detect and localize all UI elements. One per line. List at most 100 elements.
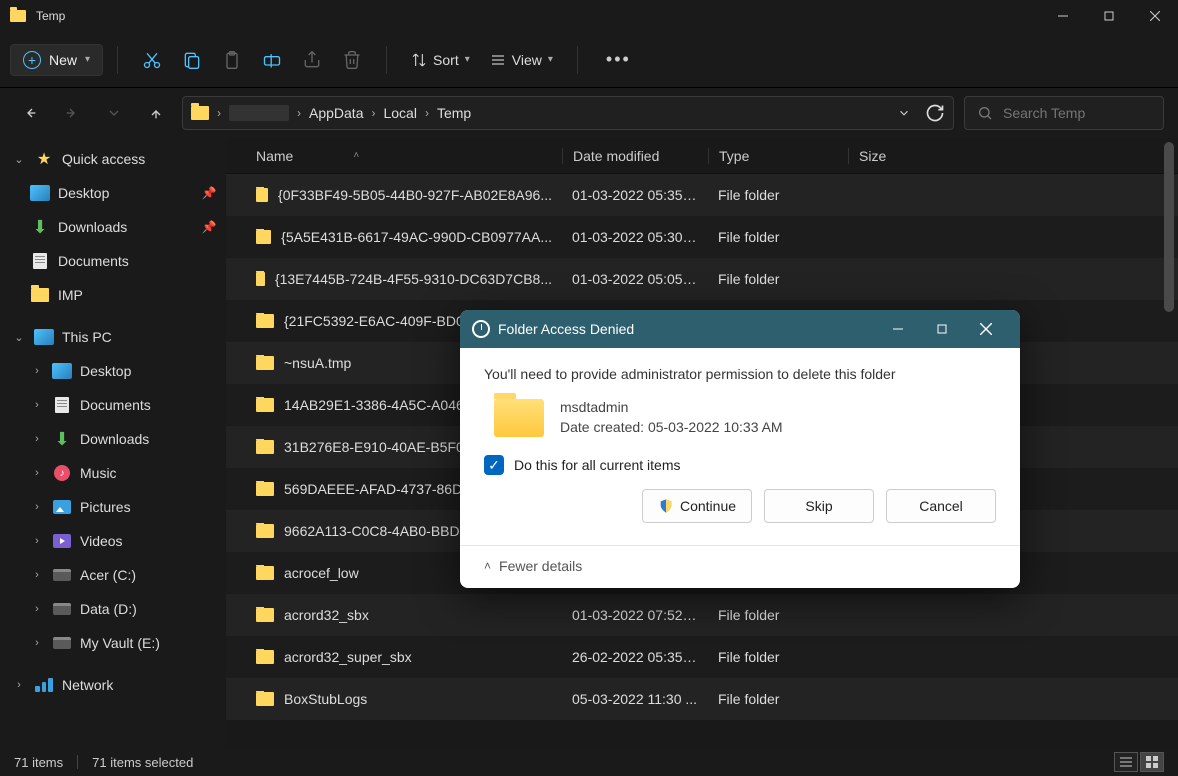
sidebar-drive-c[interactable]: ›Acer (C:) — [0, 558, 226, 592]
sort-button[interactable]: Sort ▾ — [401, 46, 480, 74]
table-row[interactable]: acrord32_super_sbx26-02-2022 05:35 ...Fi… — [226, 636, 1178, 678]
col-name[interactable]: Name — [256, 148, 293, 164]
desktop-icon — [52, 363, 72, 379]
sidebar-downloads[interactable]: ⬇Downloads📌 — [0, 210, 226, 244]
back-button[interactable] — [14, 97, 46, 129]
dialog-minimize-button[interactable] — [876, 310, 920, 348]
recent-button[interactable] — [98, 97, 130, 129]
new-button[interactable]: + New ▾ — [10, 44, 103, 76]
chevron-right-icon: › — [30, 467, 44, 479]
cut-button[interactable] — [132, 40, 172, 80]
close-button[interactable] — [1132, 0, 1178, 32]
button-label: Continue — [680, 498, 736, 514]
sidebar-drive-e[interactable]: ›My Vault (E:) — [0, 626, 226, 660]
view-label: View — [512, 52, 542, 68]
copy-button[interactable] — [172, 40, 212, 80]
minimize-button[interactable] — [1040, 0, 1086, 32]
breadcrumb-temp[interactable]: Temp — [437, 105, 471, 121]
separator — [577, 46, 578, 74]
file-type: File folder — [708, 271, 848, 287]
folder-icon — [256, 188, 268, 202]
sidebar-pc-downloads[interactable]: ›⬇Downloads — [0, 422, 226, 456]
sidebar-pc-pictures[interactable]: ›Pictures — [0, 490, 226, 524]
maximize-button[interactable] — [1086, 0, 1132, 32]
col-size[interactable]: Size — [848, 148, 958, 164]
table-row[interactable]: {0F33BF49-5B05-44B0-927F-AB02E8A96...01-… — [226, 174, 1178, 216]
share-button[interactable] — [292, 40, 332, 80]
pin-icon: 📌 — [200, 186, 218, 200]
table-row[interactable]: acrord32_sbx01-03-2022 07:52 ...File fol… — [226, 594, 1178, 636]
sidebar-label: Downloads — [58, 219, 127, 235]
sidebar-label: Pictures — [80, 499, 131, 515]
status-bar: 71 items 71 items selected — [0, 748, 1178, 776]
cancel-button[interactable]: Cancel — [886, 489, 996, 523]
column-header[interactable]: Name˄ Date modified Type Size — [226, 138, 1178, 174]
file-date: 26-02-2022 05:35 ... — [562, 649, 708, 665]
table-row[interactable]: BoxStubLogs05-03-2022 11:30 ...File fold… — [226, 678, 1178, 720]
rename-button[interactable] — [252, 40, 292, 80]
forward-button[interactable] — [56, 97, 88, 129]
sidebar-desktop[interactable]: Desktop📌 — [0, 176, 226, 210]
folder-icon — [256, 230, 271, 244]
shield-icon — [658, 498, 674, 514]
table-row[interactable]: {13E7445B-724B-4F55-9310-DC63D7CB8...01-… — [226, 258, 1178, 300]
folder-icon — [494, 399, 544, 437]
file-name: {5A5E431B-6617-49AC-990D-CB0977AA... — [281, 229, 552, 245]
chevron-right-icon: › — [30, 603, 44, 615]
sidebar-pc-desktop[interactable]: ›Desktop — [0, 354, 226, 388]
search-box[interactable] — [964, 96, 1164, 130]
folder-icon — [256, 356, 274, 370]
continue-button[interactable]: Continue — [642, 489, 752, 523]
search-input[interactable] — [1003, 105, 1151, 121]
address-bar[interactable]: › › AppData › Local › Temp — [182, 96, 954, 130]
paste-button[interactable] — [212, 40, 252, 80]
drive-icon — [53, 603, 71, 615]
titlebar: Temp — [0, 0, 1178, 32]
sidebar-network[interactable]: ›Network — [0, 668, 226, 702]
chevron-right-icon: › — [425, 106, 429, 120]
sidebar-drive-d[interactable]: ›Data (D:) — [0, 592, 226, 626]
sidebar-documents[interactable]: Documents — [0, 244, 226, 278]
sidebar-label: Acer (C:) — [80, 567, 136, 583]
scrollbar[interactable] — [1164, 142, 1174, 312]
delete-button[interactable] — [332, 40, 372, 80]
dialog-item: msdtadmin Date created: 05-03-2022 10:33… — [484, 398, 996, 437]
refresh-button[interactable] — [925, 103, 945, 123]
dialog-maximize-button[interactable] — [920, 310, 964, 348]
sidebar-pc-videos[interactable]: ›Videos — [0, 524, 226, 558]
sidebar-imp[interactable]: IMP — [0, 278, 226, 312]
table-row[interactable]: {5A5E431B-6617-49AC-990D-CB0977AA...01-0… — [226, 216, 1178, 258]
chevron-down-icon[interactable] — [897, 106, 911, 120]
chevron-right-icon: › — [30, 433, 44, 445]
pc-icon — [34, 329, 54, 345]
dialog-folder-access-denied: Folder Access Denied You'll need to prov… — [460, 310, 1020, 588]
file-name: {0F33BF49-5B05-44B0-927F-AB02E8A96... — [278, 187, 552, 203]
breadcrumb-hidden[interactable] — [229, 105, 289, 121]
view-button[interactable]: View ▾ — [480, 46, 563, 74]
window-title: Temp — [36, 9, 65, 23]
up-button[interactable] — [140, 97, 172, 129]
breadcrumb-appdata[interactable]: AppData — [309, 105, 363, 121]
chevron-right-icon: › — [217, 106, 221, 120]
fewer-details-button[interactable]: ˄ Fewer details — [460, 545, 1020, 588]
sidebar-quick-access[interactable]: ⌄★Quick access — [0, 142, 226, 176]
chevron-right-icon: › — [30, 365, 44, 377]
sidebar-pc-music[interactable]: ›♪Music — [0, 456, 226, 490]
sidebar-this-pc[interactable]: ⌄This PC — [0, 320, 226, 354]
col-type[interactable]: Type — [708, 148, 848, 164]
button-label: Fewer details — [499, 558, 582, 574]
plus-icon: + — [23, 51, 41, 69]
details-view-button[interactable] — [1114, 752, 1138, 772]
drive-icon — [53, 637, 71, 649]
skip-button[interactable]: Skip — [764, 489, 874, 523]
chevron-down-icon: ⌄ — [12, 331, 26, 344]
col-date[interactable]: Date modified — [562, 148, 708, 164]
more-button[interactable]: ••• — [592, 49, 645, 70]
thumbnails-view-button[interactable] — [1140, 752, 1164, 772]
dialog-checkbox-row[interactable]: ✓ Do this for all current items — [484, 455, 996, 475]
breadcrumb-local[interactable]: Local — [383, 105, 416, 121]
dialog-close-button[interactable] — [964, 310, 1008, 348]
sort-label: Sort — [433, 52, 459, 68]
checkbox-checked-icon[interactable]: ✓ — [484, 455, 504, 475]
sidebar-pc-documents[interactable]: ›Documents — [0, 388, 226, 422]
